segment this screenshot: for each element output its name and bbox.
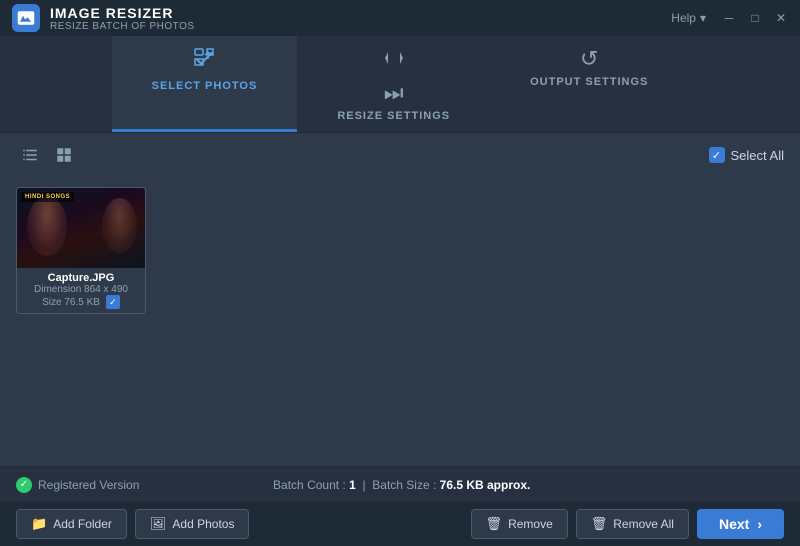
- next-button[interactable]: Next ›: [697, 509, 784, 539]
- window-controls: ─ □ ✕: [722, 11, 788, 25]
- add-photos-label: Add Photos: [172, 517, 234, 531]
- registered-icon: ✓: [16, 477, 32, 493]
- view-buttons: [16, 141, 78, 169]
- tab-select-photos-label: SELECT PHOTOS: [152, 80, 258, 92]
- separator: |: [362, 478, 365, 492]
- output-icon-visual: ↺: [580, 46, 598, 72]
- photo-checkbox-0[interactable]: ✓: [106, 295, 120, 309]
- batch-size-value: 76.5 KB approx.: [440, 478, 531, 492]
- app-title: IMAGE RESIZER: [50, 5, 195, 21]
- maximize-button[interactable]: □: [748, 11, 762, 25]
- tab-output-settings[interactable]: ↺ OUTPUT SETTINGS: [490, 36, 688, 132]
- registered-status: ✓ Registered Version: [16, 477, 139, 493]
- add-folder-button[interactable]: 📁 Add Folder: [16, 509, 127, 539]
- minimize-button[interactable]: ─: [722, 11, 736, 25]
- add-photos-button[interactable]: 🖼 Add Photos: [135, 509, 250, 539]
- select-photos-icon: [192, 46, 216, 76]
- next-arrow-icon: ›: [757, 516, 762, 532]
- batch-size-label: Batch Size :: [372, 478, 436, 492]
- photo-dimension-0: Dimension 864 x 490: [23, 284, 139, 295]
- batch-count-label: Batch Count :: [273, 478, 346, 492]
- thumbnail-label: HINDI SONGS: [21, 192, 74, 202]
- photo-thumbnail-0: HINDI SONGS: [17, 188, 146, 268]
- photo-size-row-0: Size 76.5 KB ✓: [23, 295, 139, 309]
- tab-output-settings-label: OUTPUT SETTINGS: [530, 76, 648, 88]
- batch-info: Batch Count : 1 | Batch Size : 76.5 KB a…: [273, 478, 530, 492]
- app-icon: [12, 4, 40, 32]
- photo-add-icon: 🖼: [150, 516, 167, 532]
- registered-label: Registered Version: [38, 478, 139, 492]
- photo-card-0[interactable]: HINDI SONGS Capture.JPG Dimension 864 x …: [16, 187, 146, 314]
- remove-icon: 🗑: [486, 516, 503, 532]
- photo-size-0: Size 76.5 KB: [42, 297, 100, 308]
- tab-resize-settings[interactable]: ⏭ RESIZE SETTINGS: [297, 36, 490, 132]
- action-buttons-left: 📁 Add Folder 🖼 Add Photos: [16, 509, 249, 539]
- bottom-status: ✓ Registered Version Batch Count : 1 | B…: [0, 466, 800, 502]
- photo-info-0: Capture.JPG Dimension 864 x 490 Size 76.…: [17, 268, 145, 313]
- title-bar: IMAGE RESIZER RESIZE BATCH OF PHOTOS Hel…: [0, 0, 800, 36]
- remove-all-label: Remove All: [613, 517, 674, 531]
- action-buttons-right: 🗑 Remove 🗑 Remove All Next ›: [471, 509, 784, 539]
- select-all-checkbox[interactable]: ✓: [709, 147, 725, 163]
- select-all-label: Select All: [731, 148, 784, 163]
- select-all-area[interactable]: ✓ Select All: [709, 147, 784, 163]
- grid-view-button[interactable]: [50, 141, 78, 169]
- remove-all-button[interactable]: 🗑 Remove All: [576, 509, 689, 539]
- title-bar-left: IMAGE RESIZER RESIZE BATCH OF PHOTOS: [12, 4, 195, 32]
- close-button[interactable]: ✕: [774, 11, 788, 25]
- title-bar-right: Help ▾ ─ □ ✕: [671, 11, 788, 25]
- photo-name-0: Capture.JPG: [23, 272, 139, 284]
- toolbar: ✓ Select All: [0, 133, 800, 177]
- remove-label: Remove: [508, 517, 553, 531]
- tab-navigation: SELECT PHOTOS ⏭ RESIZE SETTINGS ↺ OUTPUT…: [0, 36, 800, 133]
- resize-icon-visual: ⏭: [384, 80, 404, 106]
- tab-resize-settings-label: RESIZE SETTINGS: [337, 110, 450, 122]
- title-text: IMAGE RESIZER RESIZE BATCH OF PHOTOS: [50, 5, 195, 32]
- content-area: HINDI SONGS Capture.JPG Dimension 864 x …: [0, 177, 800, 477]
- add-folder-label: Add Folder: [53, 517, 112, 531]
- folder-icon: 📁: [31, 516, 47, 532]
- next-label: Next: [719, 516, 749, 532]
- tab-select-photos[interactable]: SELECT PHOTOS: [112, 36, 298, 132]
- batch-count-value: 1: [349, 478, 356, 492]
- remove-button[interactable]: 🗑 Remove: [471, 509, 568, 539]
- remove-all-icon: 🗑: [591, 516, 608, 532]
- list-view-button[interactable]: [16, 141, 44, 169]
- resize-settings-icon: [382, 46, 406, 76]
- bottom-bar: 📁 Add Folder 🖼 Add Photos 🗑 Remove 🗑 Rem…: [0, 502, 800, 546]
- help-button[interactable]: Help ▾: [671, 11, 706, 25]
- app-subtitle: RESIZE BATCH OF PHOTOS: [50, 21, 195, 32]
